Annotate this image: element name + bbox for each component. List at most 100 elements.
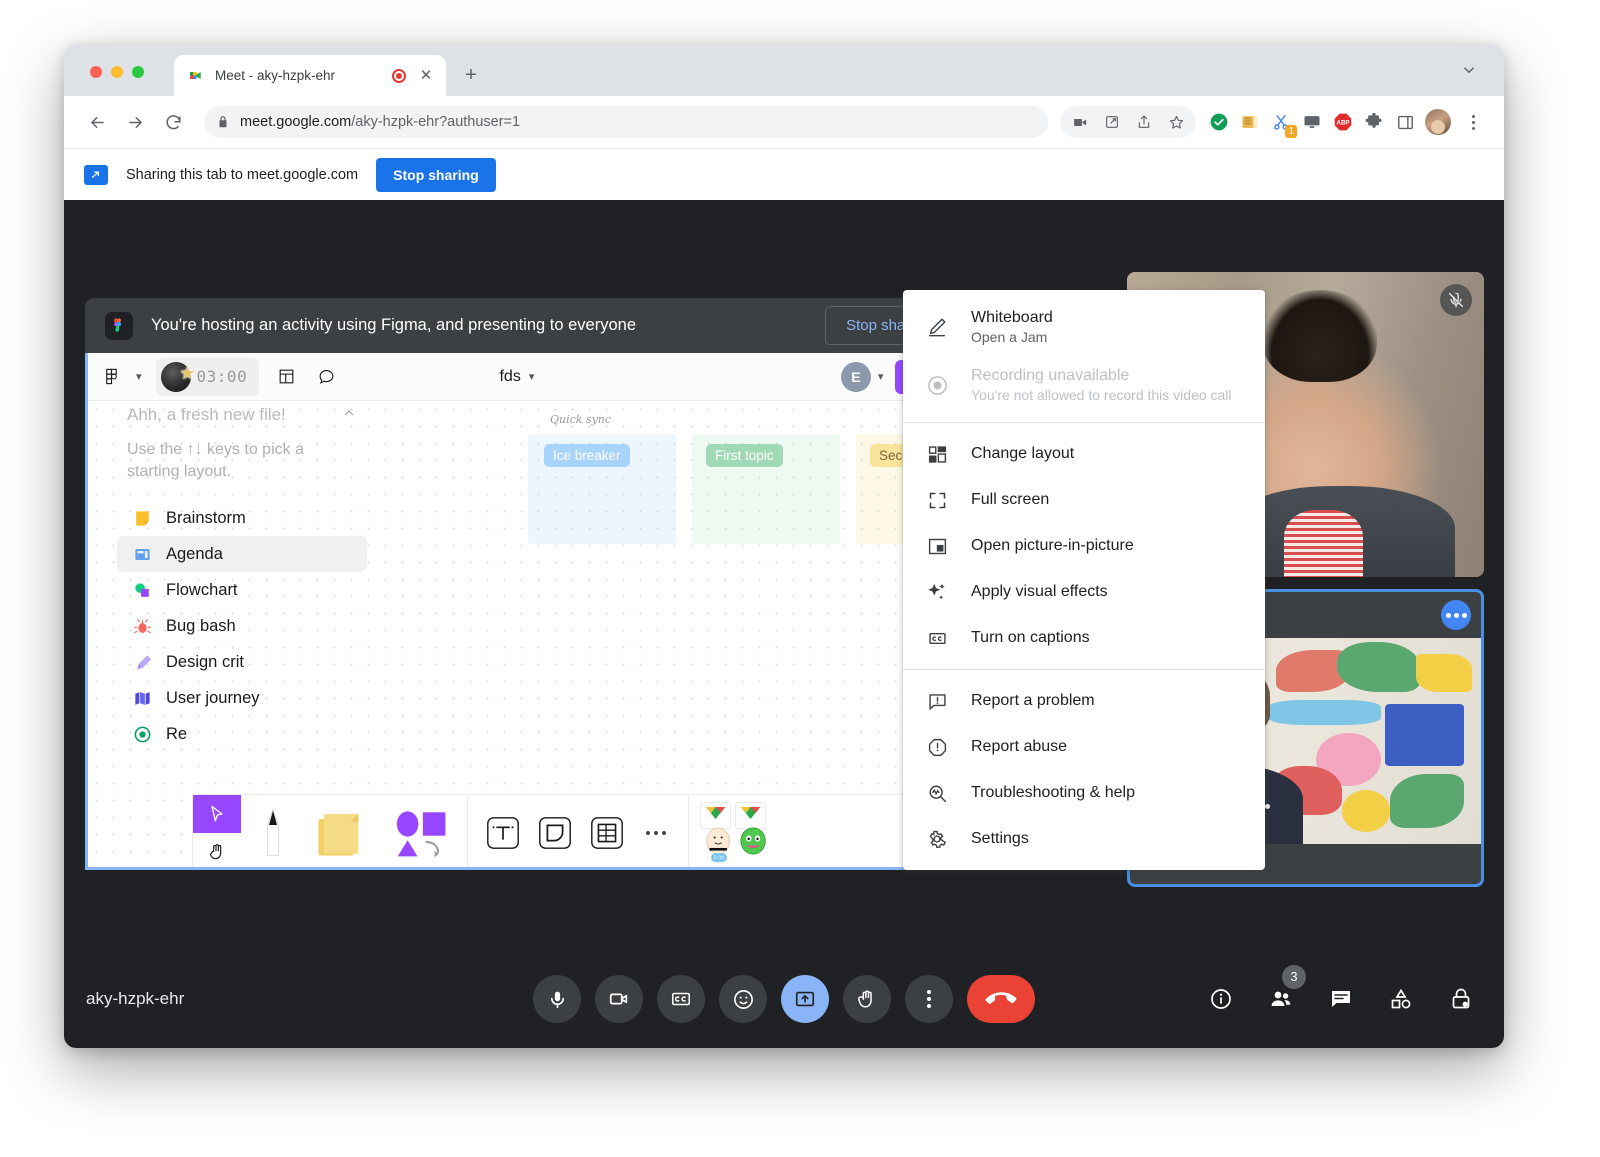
meet-more-options-menu: Whiteboard Open a Jam Recording unavaila… — [903, 290, 1265, 870]
menu-item-recording-unavailable: Recording unavailable You're not allowed… — [903, 356, 1265, 414]
comment-bubble-icon[interactable] — [313, 364, 339, 390]
shapes-tool[interactable] — [393, 806, 451, 860]
menu-item-text: Full screen — [971, 491, 1049, 509]
side-panel-icon[interactable] — [1394, 111, 1416, 133]
host-controls-button[interactable] — [1444, 982, 1478, 1016]
microphone-button[interactable] — [533, 975, 581, 1023]
browser-tab-strip: Meet - aky-hzpk-ehr ✕ + — [64, 44, 1504, 96]
menu-item-troubleshooting-help[interactable]: Troubleshooting & help — [903, 770, 1265, 816]
notes-extension-icon[interactable] — [1239, 111, 1261, 133]
more-horizontal-icon[interactable] — [1441, 600, 1471, 630]
pen-marker-tool[interactable] — [257, 805, 289, 861]
more-options-button[interactable] — [905, 975, 953, 1023]
participants-button[interactable]: 3 — [1264, 982, 1298, 1016]
figma-user-chip[interactable]: E ▾ — [841, 362, 884, 392]
cursor-arrow-tool[interactable] — [193, 795, 241, 833]
text-tool[interactable] — [484, 814, 522, 852]
template-item-retro[interactable]: Re — [117, 716, 367, 752]
template-item-brainstorm[interactable]: Brainstorm — [117, 500, 367, 536]
svg-text:ABP: ABP — [1337, 120, 1350, 127]
draw-tools-group — [241, 795, 468, 870]
sticky-note-tool[interactable] — [315, 807, 367, 859]
map-icon — [131, 687, 153, 709]
window-traffic-lights — [90, 66, 144, 78]
menu-item-whiteboard[interactable]: Whiteboard Open a Jam — [903, 298, 1265, 356]
menu-item-report-a-problem[interactable]: Report a problem — [903, 678, 1265, 724]
checkmark-extension-icon[interactable] — [1208, 111, 1230, 133]
raise-hand-button[interactable] — [843, 975, 891, 1023]
adblock-plus-extension-icon[interactable]: ABP — [1332, 111, 1354, 133]
tab-sharing-bar: Sharing this tab to meet.google.com Stop… — [64, 148, 1504, 200]
browser-tab[interactable]: Meet - aky-hzpk-ehr ✕ — [174, 55, 446, 96]
pen-nib-icon — [131, 651, 153, 673]
board-column-ice-breaker[interactable]: Ice breaker — [528, 434, 676, 544]
figma-logo-small-icon[interactable] — [100, 366, 122, 388]
template-item-user-journey[interactable]: User journey — [117, 680, 367, 716]
stickers-tray[interactable]: 5:00 — [689, 795, 795, 870]
meeting-details-button[interactable] — [1204, 982, 1238, 1016]
menu-item-apply-visual-effects[interactable]: Apply visual effects — [903, 569, 1265, 615]
stop-sharing-button[interactable]: Stop sharing — [376, 158, 496, 192]
template-item-flowchart[interactable]: Flowchart — [117, 572, 367, 608]
troubleshooting-icon — [925, 781, 949, 805]
menu-item-full-screen[interactable]: Full screen — [903, 477, 1265, 523]
board-column-first-topic[interactable]: First topic — [692, 434, 840, 544]
menu-item-settings[interactable]: Settings — [903, 816, 1265, 862]
table-tool[interactable] — [588, 814, 626, 852]
template-item-bug-bash[interactable]: Bug bash — [117, 608, 367, 644]
chat-button[interactable] — [1324, 982, 1358, 1016]
camera-button[interactable] — [595, 975, 643, 1023]
template-label: User journey — [166, 689, 260, 708]
back-button[interactable] — [80, 105, 114, 139]
share-icon[interactable] — [1130, 108, 1158, 136]
screencast-extension-icon[interactable] — [1301, 111, 1323, 133]
puzzle-extensions-icon[interactable] — [1363, 111, 1385, 133]
reload-button[interactable] — [156, 105, 190, 139]
video-camera-icon[interactable] — [1066, 108, 1094, 136]
more-tools-icon[interactable] — [640, 831, 672, 835]
profile-avatar[interactable] — [1425, 109, 1451, 135]
menu-item-change-layout[interactable]: Change layout — [903, 431, 1265, 477]
template-list: Brainstorm Agenda — [113, 500, 371, 752]
menu-item-report-abuse[interactable]: Report abuse — [903, 724, 1265, 770]
new-tab-button[interactable]: + — [456, 60, 486, 90]
template-item-agenda[interactable]: Agenda — [117, 536, 367, 572]
template-label: Bug bash — [166, 617, 236, 636]
close-window-button[interactable] — [90, 66, 102, 78]
scissors-extension-icon[interactable]: 1 — [1270, 111, 1292, 133]
hand-pan-tool[interactable] — [193, 833, 241, 870]
clock-icon — [131, 723, 153, 745]
present-now-button[interactable] — [781, 975, 829, 1023]
menu-item-turn-on-captions[interactable]: Turn on captions — [903, 615, 1265, 661]
captions-button[interactable] — [657, 975, 705, 1023]
bookmark-star-icon[interactable] — [1162, 108, 1190, 136]
section-tool[interactable] — [536, 814, 574, 852]
figma-menu-chevron-down-icon[interactable]: ▾ — [136, 370, 142, 383]
layout-grid-icon[interactable] — [273, 364, 299, 390]
chevron-down-icon[interactable] — [1460, 61, 1478, 84]
chevron-up-icon[interactable] — [341, 405, 357, 424]
leave-call-button[interactable] — [967, 975, 1035, 1023]
maximize-window-button[interactable] — [132, 66, 144, 78]
pencil-underline-icon — [925, 315, 949, 339]
reactions-button[interactable] — [719, 975, 767, 1023]
open-external-icon[interactable] — [1098, 108, 1126, 136]
minimize-window-button[interactable] — [111, 66, 123, 78]
template-label: Brainstorm — [166, 509, 246, 528]
figma-timer-widget[interactable]: ★ 03:00 — [156, 358, 260, 396]
template-item-design-crit[interactable]: Design crit — [117, 644, 367, 680]
menu-item-picture-in-picture[interactable]: Open picture-in-picture — [903, 523, 1265, 569]
forward-button[interactable] — [118, 105, 152, 139]
sidebar-header: Ahh, a fresh new file! — [113, 405, 371, 425]
close-icon[interactable]: ✕ — [416, 66, 436, 86]
mic-off-icon — [1440, 284, 1472, 316]
menu-item-text: Open picture-in-picture — [971, 537, 1134, 555]
chrome-menu-button[interactable] — [1460, 115, 1486, 130]
agenda-board-icon — [131, 543, 153, 565]
address-bar[interactable]: meet.google.com/aky-hzpk-ehr?authuser=1 — [204, 106, 1048, 138]
activities-button[interactable] — [1384, 982, 1418, 1016]
figma-banner-message: You're hosting an activity using Figma, … — [151, 316, 807, 335]
meet-right-controls: 3 — [1204, 982, 1478, 1016]
fullscreen-icon — [925, 488, 949, 512]
figma-file-name-menu[interactable]: fds ▾ — [499, 368, 534, 386]
